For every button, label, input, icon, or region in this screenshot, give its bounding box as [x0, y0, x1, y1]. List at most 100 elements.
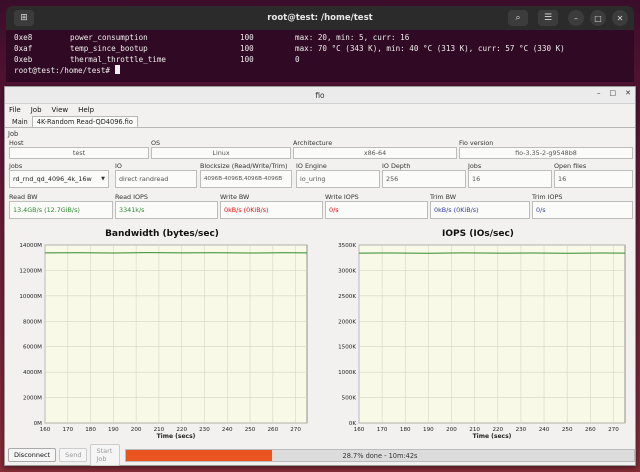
jobs-select-label: Jobs — [9, 162, 23, 170]
job-group-label: Job — [8, 130, 19, 138]
x-tick-label: 200 — [446, 427, 457, 433]
os-field: Linux — [151, 147, 291, 159]
x-tick-label: 250 — [245, 427, 256, 433]
tab-job-file[interactable]: 4K-Random Read-QD4096.fio — [31, 116, 138, 127]
x-tick-label: 180 — [85, 427, 96, 433]
host-field: test — [9, 147, 149, 159]
fio-title: fio — [315, 90, 325, 100]
minimize-icon[interactable]: – — [597, 89, 601, 97]
y-tick-label: 1500K — [338, 345, 356, 351]
fio-titlebar: fio – □ ✕ — [5, 87, 635, 104]
terminal-line: 0xaf temp_since_bootup 100 max: 70 °C (343 … — [14, 44, 565, 53]
maximize-icon[interactable]: □ — [590, 10, 606, 26]
menu-icon[interactable]: ☰ — [538, 10, 558, 26]
x-tick-label: 260 — [585, 427, 596, 433]
iops-chart: IOPS (IOs/sec) 0K 500K 1000K 1500K 2000K 2500… — [321, 225, 635, 443]
close-icon[interactable]: ✕ — [625, 89, 631, 97]
terminal-title: root@test: /home/test — [267, 13, 373, 23]
read-iops-label: Read IOPS — [115, 193, 148, 201]
cursor — [114, 65, 120, 74]
chart-svg: 0K500K1000K1500K2000K2500K3000K3500K160 1… — [338, 243, 626, 440]
y-tick-label: 10000M — [19, 294, 42, 300]
x-tick-label: 170 — [62, 427, 73, 433]
io-depth-field: 256 — [382, 170, 466, 188]
search-icon[interactable]: ⌕ — [508, 10, 528, 26]
bandwidth-chart: Bandwidth (bytes/sec) 0M 2000M 4000M 6000M 8… — [7, 225, 317, 443]
trim-bw-label: Trim BW — [430, 193, 457, 201]
progress-bar: 28.7% done - 10m:42s — [125, 448, 635, 462]
x-tick-label: 190 — [423, 427, 434, 433]
close-icon[interactable]: ✕ — [612, 10, 628, 26]
terminal-output[interactable]: 0xe8 power_consumption 100 max: 20, min: 5,… — [6, 30, 634, 78]
trim-bw-field: 0kB/s (0KiB/s) — [430, 201, 530, 219]
y-tick-label: 3500K — [338, 243, 356, 249]
tab-main[interactable]: Main — [8, 117, 32, 127]
send-button[interactable]: Send — [59, 448, 88, 462]
new-tab-icon[interactable]: ⊞ — [14, 10, 34, 26]
fio-window[interactable]: fio – □ ✕ File Job View Help Main 4K-Ran… — [4, 86, 636, 466]
x-axis-label: Time (secs) — [157, 433, 196, 440]
menu-job[interactable]: Job — [31, 106, 42, 114]
start-job-button[interactable]: Start Job — [90, 444, 120, 466]
minimize-icon[interactable]: – — [568, 10, 584, 26]
blocksize-field: 4096B-4096B,4096B-4096B — [200, 170, 292, 188]
x-tick-label: 160 — [354, 427, 365, 433]
open-files-field: 16 — [554, 170, 633, 188]
jobs-count-field: 16 — [468, 170, 552, 188]
x-tick-label: 180 — [400, 427, 411, 433]
write-iops-label: Write IOPS — [325, 193, 359, 201]
read-bw-label: Read BW — [9, 193, 38, 201]
blocksize-label: Blocksize (Read/Write/Trim) — [200, 162, 288, 170]
y-tick-label: 1000K — [338, 370, 356, 376]
menu-help[interactable]: Help — [78, 106, 94, 114]
io-depth-label: IO Depth — [382, 162, 411, 170]
architecture-label: Architecture — [293, 139, 333, 147]
terminal-prompt[interactable]: root@test:/home/test# — [14, 65, 626, 76]
y-tick-label: 6000M — [23, 345, 42, 351]
x-tick-label: 170 — [377, 427, 388, 433]
disconnect-button[interactable]: Disconnect — [8, 448, 57, 462]
y-tick-label: 4000M — [23, 370, 42, 376]
architecture-field: x86-64 — [293, 147, 457, 159]
x-tick-label: 160 — [40, 427, 51, 433]
menu-view[interactable]: View — [52, 106, 69, 114]
terminal-line: 0xeb thermal_throttle_time 100 0 — [14, 55, 300, 64]
terminal-window[interactable]: ⊞ root@test: /home/test ⌕ ☰ – □ ✕ 0xe8 po… — [6, 6, 634, 82]
trim-iops-field: 0/s — [532, 201, 633, 219]
x-tick-label: 230 — [199, 427, 210, 433]
io-engine-field: io_uring — [296, 170, 380, 188]
jobs-select[interactable]: rd_rnd_qd_4096_4k_16w ▼ — [9, 170, 109, 188]
menu-file[interactable]: File — [9, 106, 21, 114]
terminal-line: 0xe8 power_consumption 100 max: 20, min: 5,… — [14, 33, 410, 42]
maximize-icon[interactable]: □ — [610, 89, 617, 97]
write-iops-field: 0/s — [325, 201, 428, 219]
trim-iops-label: Trim IOPS — [532, 193, 563, 201]
x-tick-label: 190 — [108, 427, 119, 433]
progress-text: 28.7% done - 10m:42s — [342, 451, 418, 460]
x-axis-label: Time (secs) — [473, 433, 512, 440]
y-tick-label: 2500K — [338, 294, 356, 300]
y-tick-label: 500K — [342, 396, 357, 402]
io-engine-label: IO Engine — [296, 162, 327, 170]
y-tick-label: 2000K — [338, 319, 356, 325]
chart-svg: 0M2000M4000M6000M8000M10000M12000M14000M… — [19, 243, 308, 440]
bottom-bar: Disconnect Send Start Job 28.7% done - 1… — [5, 444, 635, 466]
y-tick-label: 14000M — [19, 243, 42, 249]
open-files-label: Open files — [554, 162, 587, 170]
x-tick-label: 230 — [516, 427, 527, 433]
read-bw-field: 13.4GB/s (12.7GiB/s) — [9, 201, 113, 219]
host-label: Host — [9, 139, 24, 147]
x-tick-label: 240 — [539, 427, 550, 433]
x-tick-label: 240 — [222, 427, 233, 433]
write-bw-field: 0kB/s (0KiB/s) — [220, 201, 323, 219]
y-tick-label: 2000M — [23, 396, 42, 402]
y-tick-label: 8000M — [23, 319, 42, 325]
terminal-titlebar: ⊞ root@test: /home/test ⌕ ☰ – □ ✕ — [6, 6, 634, 30]
fio-version-label: Fio version — [459, 139, 494, 147]
y-tick-label: 3000K — [338, 268, 356, 274]
plot-area — [358, 244, 626, 424]
os-label: OS — [151, 139, 161, 147]
fio-version-field: fio-3.35-2-g9548b8 — [459, 147, 633, 159]
menubar: File Job View Help — [5, 104, 635, 116]
plot-area — [44, 244, 308, 424]
